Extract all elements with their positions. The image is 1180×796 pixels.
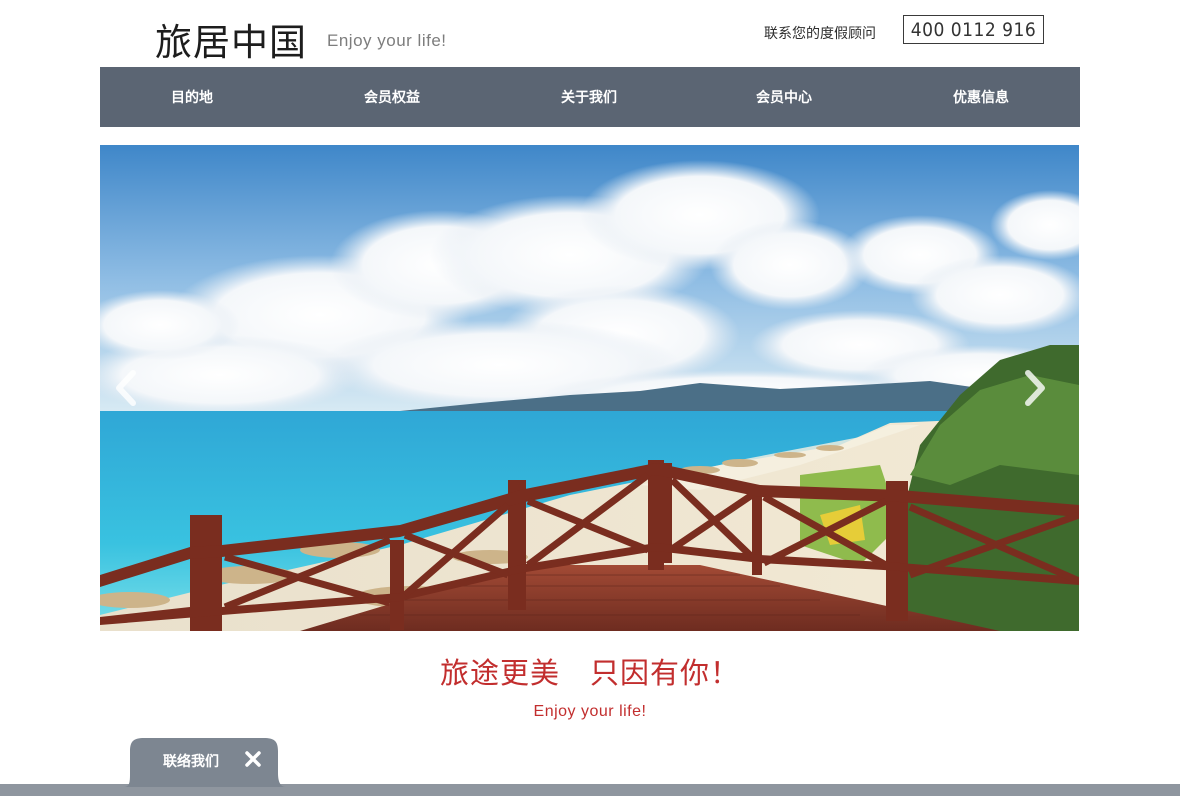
nav-item-promotions[interactable]: 优惠信息 [929,67,1033,127]
hero-carousel [100,145,1079,631]
page: 旅居中国 Enjoy your life! 联系您的度假顾问 400 0112 … [0,0,1180,796]
nav-item-destinations[interactable]: 目的地 [140,67,244,127]
phone-number[interactable]: 400 0112 916 [903,15,1044,44]
slogan-subtitle: Enjoy your life! [533,703,647,720]
nav-item-member-center[interactable]: 会员中心 [732,67,836,127]
slogan-title: 旅途更美 只因有你！ [439,656,740,690]
contact-us-tab[interactable]: 联络我们 [124,737,286,787]
contact-advisor-label: 联系您的度假顾问 [764,26,876,42]
contact-tab-close-button[interactable] [243,749,263,769]
nav-item-member-benefits[interactable]: 会员权益 [340,67,444,127]
carousel-next-button[interactable] [1015,363,1055,413]
hero-image [100,145,1079,631]
close-icon [245,751,261,767]
contact-us-label: 联络我们 [163,754,219,770]
carousel-prev-button[interactable] [106,363,146,413]
logo-tagline: Enjoy your life! [327,31,447,50]
nav-item-about-us[interactable]: 关于我们 [537,67,641,127]
chevron-right-icon [1025,370,1045,406]
logo[interactable]: 旅居中国 [155,12,307,66]
header: 旅居中国 Enjoy your life! 联系您的度假顾问 400 0112 … [0,0,1180,67]
chevron-left-icon [116,370,136,406]
main-nav: 目的地 会员权益 关于我们 会员中心 优惠信息 [100,67,1080,127]
